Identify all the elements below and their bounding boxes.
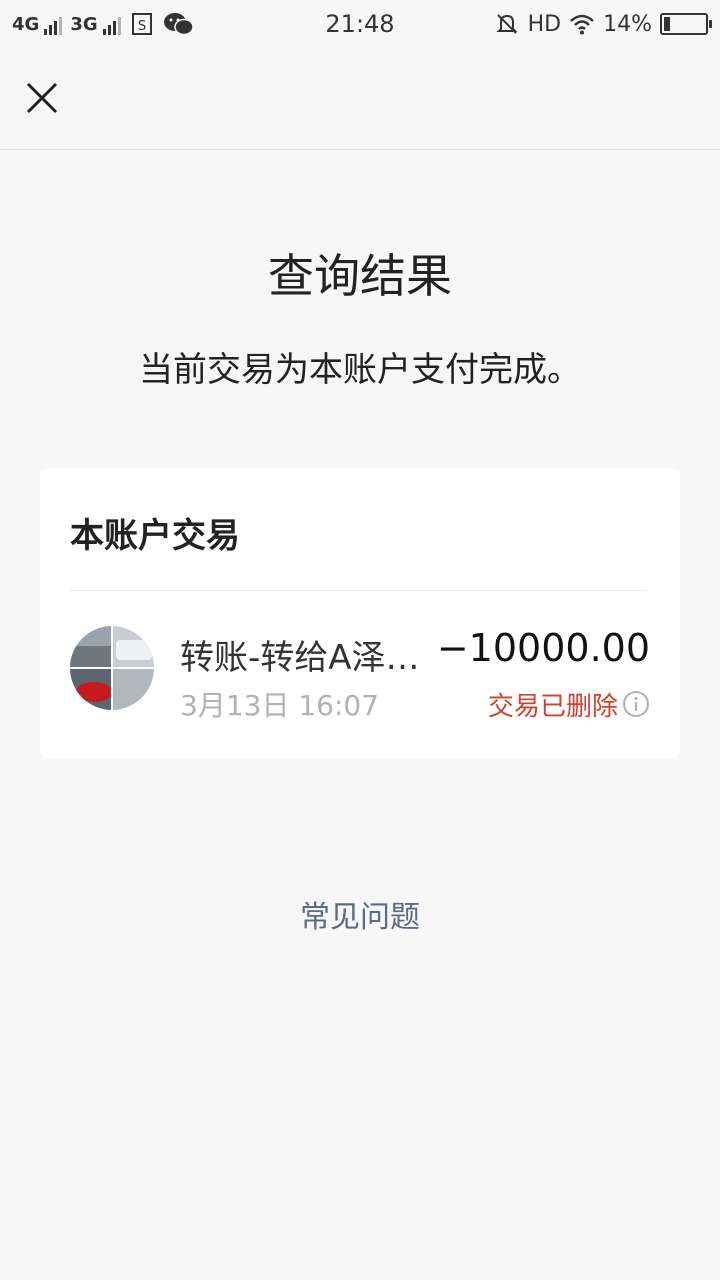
transaction-status: 交易已删除	[487, 692, 618, 722]
transaction-name: 转账-转给A泽…	[180, 638, 420, 678]
card-title: 本账户交易	[70, 516, 240, 556]
sim-icon: S	[131, 13, 152, 35]
network-indicator-1: 4G	[12, 13, 63, 35]
network-indicator-2: 3G	[70, 13, 121, 35]
result-description: 当前交易为本账户支付完成。	[139, 350, 581, 390]
hd-label: HD	[527, 11, 562, 37]
faq-link[interactable]: 常见问题	[0, 892, 720, 936]
transaction-time: 3月13日 16:07	[180, 689, 380, 722]
signal-icon	[44, 16, 63, 35]
signal-icon	[102, 16, 121, 35]
network-label-1: 4G	[12, 13, 40, 35]
status-bar-left: 4G 3G S	[12, 11, 195, 37]
card-divider	[70, 590, 646, 591]
close-icon	[26, 82, 58, 114]
wifi-icon	[570, 14, 594, 35]
mute-icon	[496, 14, 518, 34]
page-title: 查询结果	[268, 249, 452, 303]
svg-text:S: S	[137, 19, 145, 34]
battery-percent: 14%	[603, 11, 652, 37]
info-icon[interactable]	[622, 690, 650, 718]
battery-fill	[664, 17, 670, 31]
avatar-image	[70, 626, 154, 710]
status-bar: 4G 3G S 21:48 HD 14%	[0, 0, 720, 48]
avatar	[70, 626, 154, 710]
transaction-row[interactable]: 转账-转给A泽… −10000.00 3月13日 16:07 交易已删除	[70, 626, 650, 722]
status-bar-right: HD 14%	[494, 11, 712, 37]
network-label-2: 3G	[70, 13, 98, 35]
battery-icon	[660, 13, 712, 35]
close-button[interactable]	[18, 74, 66, 122]
transaction-card: 本账户交易 转账-转给A泽… −10000.00 3月13日 16:07 交易已…	[40, 468, 680, 758]
wechat-icon	[163, 13, 194, 36]
transaction-amount: −10000.00	[436, 626, 650, 670]
nav-bar	[0, 48, 720, 150]
